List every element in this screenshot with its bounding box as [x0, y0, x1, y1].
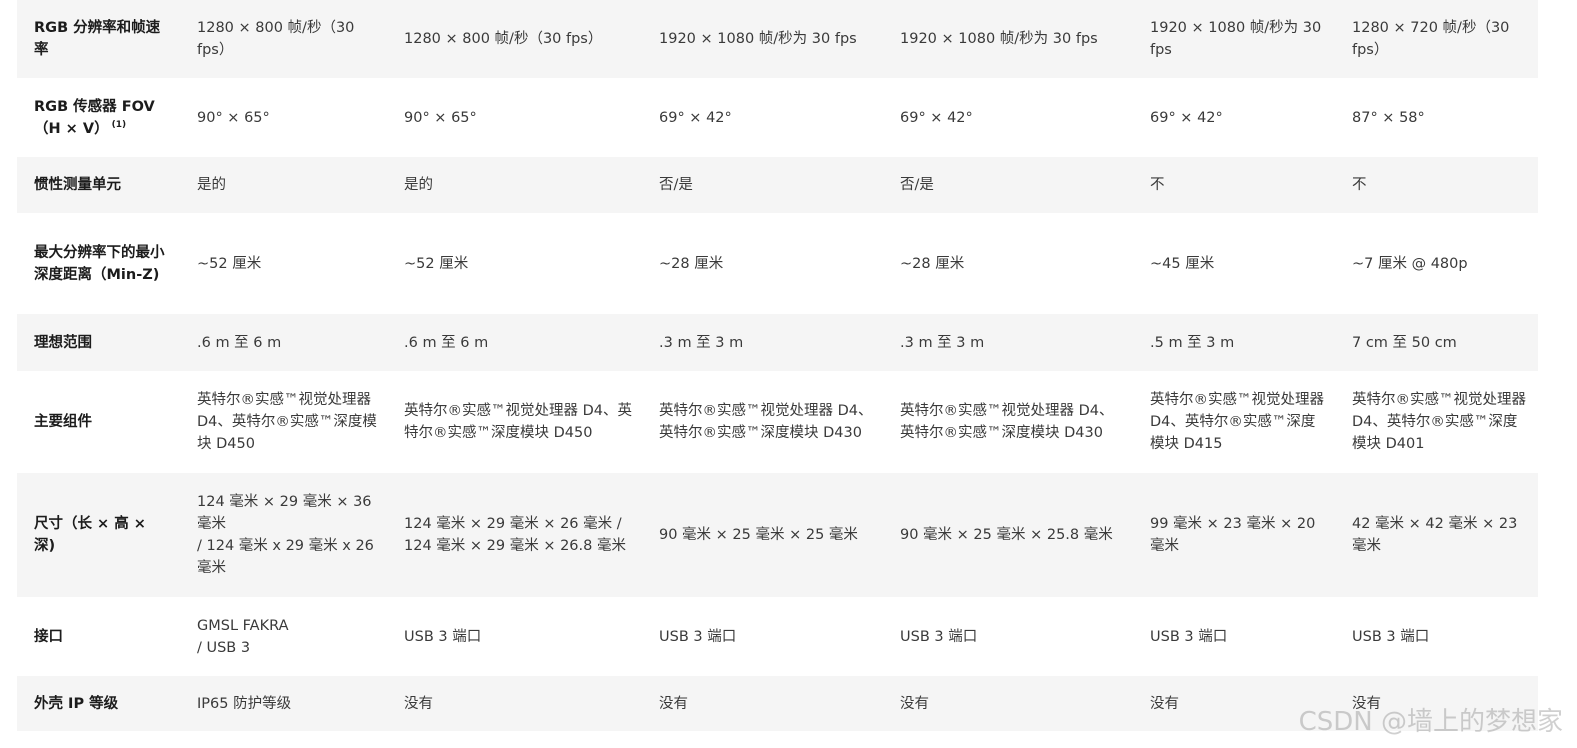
table-cell: 不	[1134, 157, 1336, 213]
table-cell: USB 3 端口	[388, 597, 643, 676]
table-cell: 英特尔®实感™视觉处理器 D4、英特尔®实感™深度模块 D401	[1336, 371, 1538, 473]
table-cell: .6 m 至 6 m	[388, 314, 643, 371]
footnote-marker: (1)	[111, 119, 127, 130]
table-cell: 87° × 58°	[1336, 78, 1538, 157]
row-label: 接口	[17, 597, 180, 676]
table-cell: 69° × 42°	[643, 78, 884, 157]
spec-comparison-table: RGB 分辨率和帧速率 1280 × 800 帧/秒（30 fps） 1280 …	[17, 0, 1538, 731]
table-cell: 1280 × 720 帧/秒（30 fps）	[1336, 0, 1538, 78]
row-label: RGB 传感器 FOV（H × V） (1)	[17, 78, 180, 157]
table-cell: 7 cm 至 50 cm	[1336, 314, 1538, 371]
table-cell: USB 3 端口	[1134, 597, 1336, 676]
table-cell: 42 毫米 × 42 毫米 × 23 毫米	[1336, 473, 1538, 597]
table-row: RGB 分辨率和帧速率 1280 × 800 帧/秒（30 fps） 1280 …	[17, 0, 1538, 78]
table-cell: 99 毫米 × 23 毫米 × 20 毫米	[1134, 473, 1336, 597]
table-cell: 1920 × 1080 帧/秒为 30 fps	[643, 0, 884, 78]
table-cell: 90° × 65°	[180, 78, 388, 157]
table-cell: 英特尔®实感™视觉处理器 D4、英特尔®实感™深度模块 D450	[180, 371, 388, 473]
table-cell: 否/是	[884, 157, 1134, 213]
row-label: 理想范围	[17, 314, 180, 371]
table-cell: 否/是	[643, 157, 884, 213]
table-cell: 1920 × 1080 帧/秒为 30 fps	[884, 0, 1134, 78]
table-cell: 没有	[643, 676, 884, 731]
table-cell: 124 毫米 × 29 毫米 × 36 毫米 / 124 毫米 x 29 毫米 …	[180, 473, 388, 597]
table-cell: 英特尔®实感™视觉处理器 D4、英特尔®实感™深度模块 D415	[1134, 371, 1336, 473]
table-cell: 1920 × 1080 帧/秒为 30 fps	[1134, 0, 1336, 78]
row-label: 最大分辨率下的最小深度距离（Min-Z)	[17, 213, 180, 314]
row-label-text: RGB 传感器 FOV（H × V）	[34, 98, 155, 137]
row-label: 主要组件	[17, 371, 180, 473]
table-row: RGB 传感器 FOV（H × V） (1) 90° × 65° 90° × 65…	[17, 78, 1538, 157]
table-cell: 是的	[180, 157, 388, 213]
table-cell: ~28 厘米	[884, 213, 1134, 314]
table-cell: IP65 防护等级	[180, 676, 388, 731]
table-cell: 1280 × 800 帧/秒（30 fps）	[388, 0, 643, 78]
table-row: 尺寸（长 × 高 × 深) 124 毫米 × 29 毫米 × 36 毫米 / 1…	[17, 473, 1538, 597]
table-row: 主要组件 英特尔®实感™视觉处理器 D4、英特尔®实感™深度模块 D450 英特…	[17, 371, 1538, 473]
table-cell: .5 m 至 3 m	[1134, 314, 1336, 371]
table-cell: GMSL FAKRA / USB 3	[180, 597, 388, 676]
table-cell: ~45 厘米	[1134, 213, 1336, 314]
table-cell: 90° × 65°	[388, 78, 643, 157]
table-cell: 是的	[388, 157, 643, 213]
row-label: 惯性测量单元	[17, 157, 180, 213]
row-label: 外壳 IP 等级	[17, 676, 180, 731]
table-cell: 69° × 42°	[884, 78, 1134, 157]
table-cell: USB 3 端口	[884, 597, 1134, 676]
table-cell: 124 毫米 × 29 毫米 × 26 毫米 / 124 毫米 × 29 毫米 …	[388, 473, 643, 597]
table-cell: USB 3 端口	[1336, 597, 1538, 676]
table-cell: 90 毫米 × 25 毫米 × 25 毫米	[643, 473, 884, 597]
table-cell: .3 m 至 3 m	[643, 314, 884, 371]
row-label: 尺寸（长 × 高 × 深)	[17, 473, 180, 597]
table-cell: ~52 厘米	[180, 213, 388, 314]
row-label: RGB 分辨率和帧速率	[17, 0, 180, 78]
table-row: 最大分辨率下的最小深度距离（Min-Z) ~52 厘米 ~52 厘米 ~28 厘…	[17, 213, 1538, 314]
table-cell: USB 3 端口	[643, 597, 884, 676]
watermark: CSDN @墙上的梦想家	[1298, 707, 1563, 737]
table-cell: 英特尔®实感™视觉处理器 D4、英特尔®实感™深度模块 D430	[643, 371, 884, 473]
table-cell: 英特尔®实感™视觉处理器 D4、英特尔®实感™深度模块 D430	[884, 371, 1134, 473]
table-cell: 不	[1336, 157, 1538, 213]
table-row: 惯性测量单元 是的 是的 否/是 否/是 不 不	[17, 157, 1538, 213]
table-cell: .3 m 至 3 m	[884, 314, 1134, 371]
table-row: 接口 GMSL FAKRA / USB 3 USB 3 端口 USB 3 端口 …	[17, 597, 1538, 676]
table-cell: 没有	[388, 676, 643, 731]
table-cell: 90 毫米 × 25 毫米 × 25.8 毫米	[884, 473, 1134, 597]
table-row: 理想范围 .6 m 至 6 m .6 m 至 6 m .3 m 至 3 m .3…	[17, 314, 1538, 371]
table-cell: .6 m 至 6 m	[180, 314, 388, 371]
table-cell: 没有	[884, 676, 1134, 731]
table-cell: ~28 厘米	[643, 213, 884, 314]
table-cell: 1280 × 800 帧/秒（30 fps）	[180, 0, 388, 78]
table-cell: 69° × 42°	[1134, 78, 1336, 157]
table-cell: ~52 厘米	[388, 213, 643, 314]
table-cell: ~7 厘米 @ 480p	[1336, 213, 1538, 314]
table-cell: 英特尔®实感™视觉处理器 D4、英特尔®实感™深度模块 D450	[388, 371, 643, 473]
